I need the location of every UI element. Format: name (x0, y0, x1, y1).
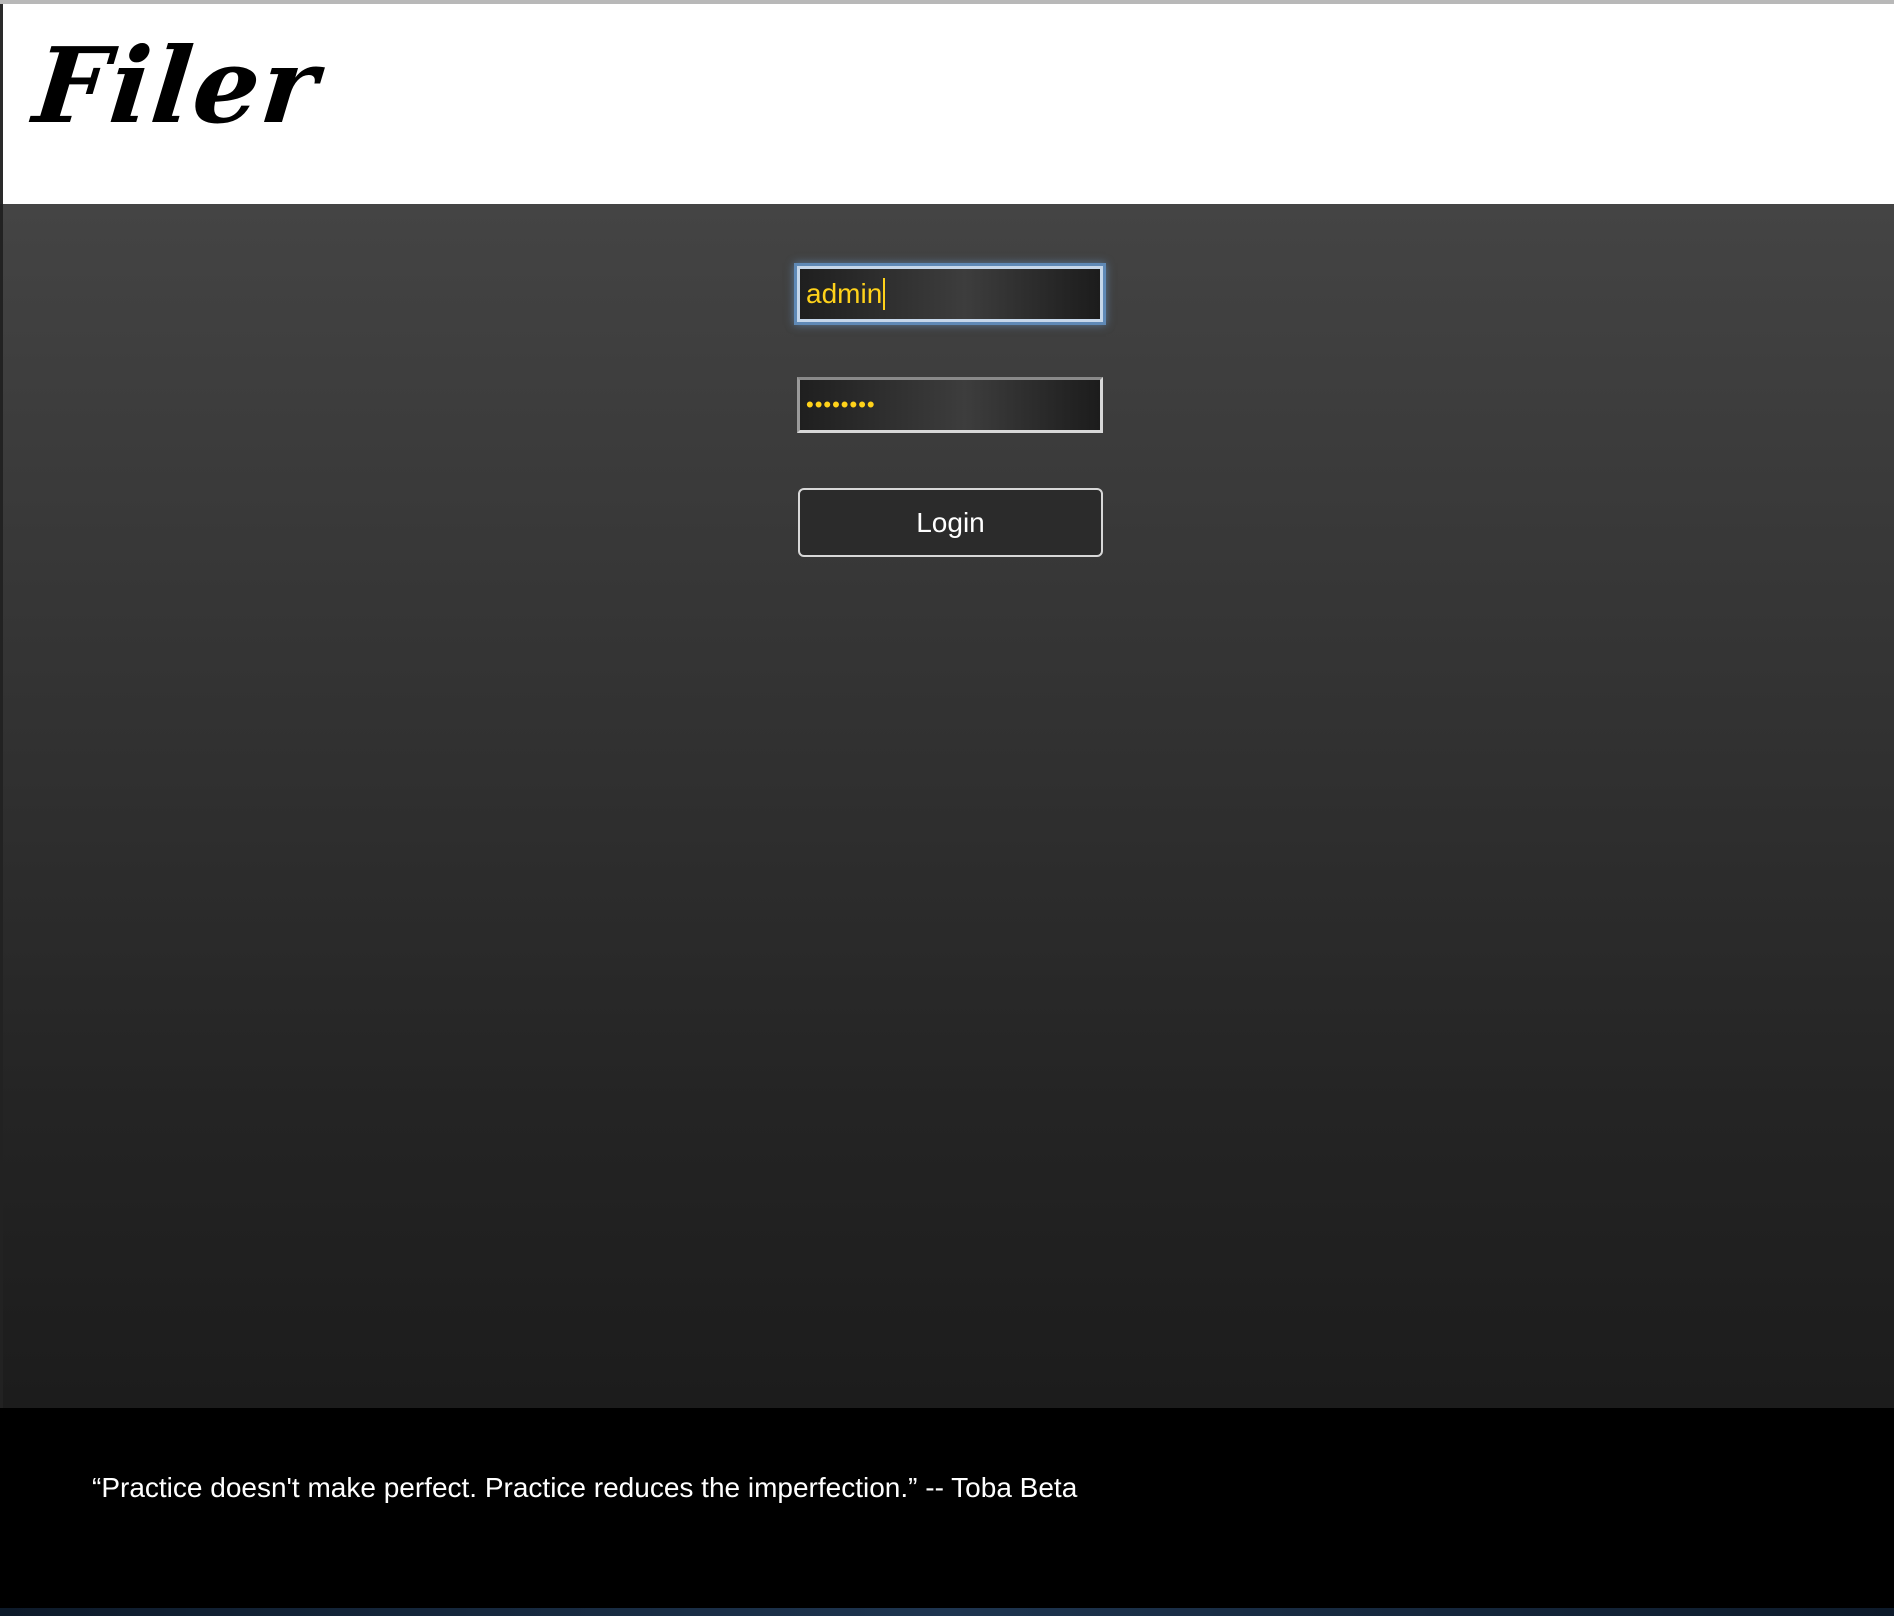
password-input[interactable]: •••••••• (797, 377, 1103, 433)
footer-quote: “Practice doesn't make perfect. Practice… (92, 1472, 1078, 1503)
username-value: admin (806, 278, 883, 309)
desktop-background-strip (0, 1608, 1894, 1616)
login-button[interactable]: Login (798, 488, 1103, 557)
text-caret (883, 278, 886, 310)
page: Filer admin •••••••• Login “Practice doe… (0, 0, 1894, 1616)
header: Filer (0, 4, 1894, 204)
username-input[interactable]: admin (797, 266, 1103, 322)
app-logo: Filer (28, 24, 326, 147)
footer: “Practice doesn't make perfect. Practice… (0, 1408, 1894, 1608)
password-mask: •••••••• (806, 392, 876, 417)
login-button-label: Login (916, 506, 985, 538)
login-panel: admin •••••••• Login (0, 204, 1894, 1408)
